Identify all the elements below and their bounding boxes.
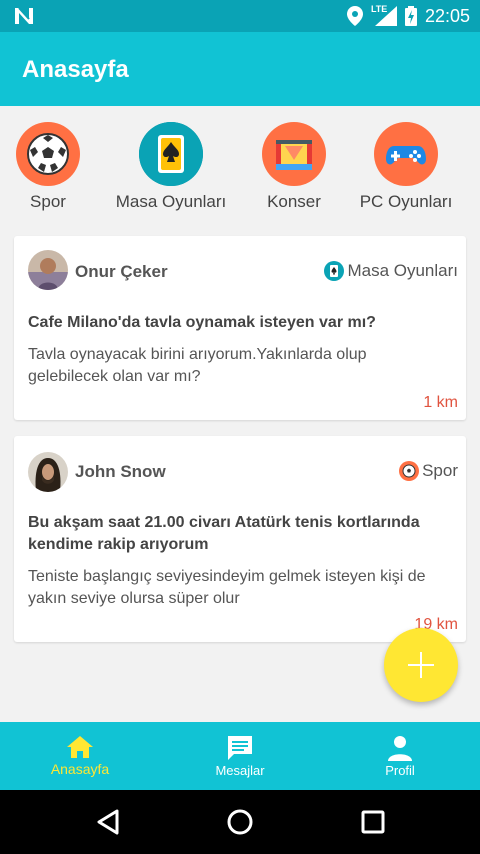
category-label: PC Oyunları [359, 192, 453, 211]
category-pc-oyunlari[interactable]: PC Oyunları [358, 122, 454, 212]
page-title: Anasayfa [22, 56, 129, 83]
spade-card-icon [324, 261, 345, 281]
nav-mesajlar[interactable]: Mesajlar [160, 722, 320, 790]
nav-label: Anasayfa [50, 761, 110, 777]
recents-button[interactable] [357, 806, 389, 838]
post-category: Spor [399, 461, 458, 481]
category-label: Masa Oyunları [115, 192, 227, 211]
back-button[interactable] [92, 806, 124, 838]
add-post-button[interactable] [384, 628, 458, 702]
nav-profil[interactable]: Profil [320, 722, 480, 790]
clock: 22:05 [424, 5, 470, 26]
post-body: Teniste başlangıç seviyesindeyim gelmek … [28, 568, 426, 607]
nav-label: Profil [385, 762, 415, 778]
system-nav-bar [0, 790, 480, 854]
soccer-ball-icon [16, 122, 80, 186]
bottom-nav: Anasayfa Mesajlar Profil [0, 722, 480, 790]
battery-charging-icon [404, 6, 417, 26]
post-category: Masa Oyunları [324, 261, 458, 281]
recents-square-icon [361, 810, 385, 834]
category-spor[interactable]: Spor [16, 122, 80, 212]
home-icon [67, 736, 93, 758]
post-distance: 1 km [423, 394, 458, 411]
home-button[interactable] [224, 806, 256, 838]
post-card[interactable]: Onur Çeker Masa Oyunları Cafe Milano'da … [14, 236, 466, 420]
plus-icon [408, 652, 434, 678]
post-category-label: Spor [422, 461, 458, 480]
status-bar: LTE 22:05 [0, 0, 480, 32]
post-author[interactable]: John Snow [75, 462, 166, 482]
post-title: Cafe Milano'da tavla oynamak isteyen var… [28, 314, 376, 331]
category-label: Spor [30, 192, 66, 211]
gamepad-icon [374, 122, 438, 186]
avatar[interactable] [28, 452, 68, 492]
signal-icon: LTE [371, 4, 397, 26]
category-label: Konser [267, 192, 321, 211]
home-circle-icon [227, 809, 253, 835]
person-icon [388, 735, 412, 761]
app-bar: Anasayfa [0, 32, 480, 106]
post-card[interactable]: John Snow Spor Bu akşam saat 21.00 civar… [14, 436, 466, 642]
stage-icon [262, 122, 326, 186]
spade-card-icon [139, 122, 203, 186]
status-icons: LTE 22:05 [346, 4, 470, 26]
back-triangle-icon [97, 809, 119, 835]
soccer-ball-icon [399, 461, 420, 481]
avatar[interactable] [28, 250, 68, 290]
category-masa-oyunlari[interactable]: Masa Oyunları [112, 122, 230, 212]
n-logo-icon [15, 7, 33, 24]
post-body: Tavla oynayacak birini arıyorum.Yakınlar… [28, 346, 367, 385]
location-icon [346, 6, 363, 26]
message-icon [228, 735, 252, 760]
post-title: Bu akşam saat 21.00 civarı Atatürk tenis… [28, 514, 420, 553]
post-category-label: Masa Oyunları [347, 261, 458, 280]
post-author[interactable]: Onur Çeker [75, 262, 168, 282]
category-row: Spor Masa Oyunları Konser PC Oyunları [0, 106, 480, 224]
nav-anasayfa[interactable]: Anasayfa [0, 722, 160, 790]
category-konser[interactable]: Konser [262, 122, 326, 212]
nav-label: Mesajlar [215, 762, 265, 778]
